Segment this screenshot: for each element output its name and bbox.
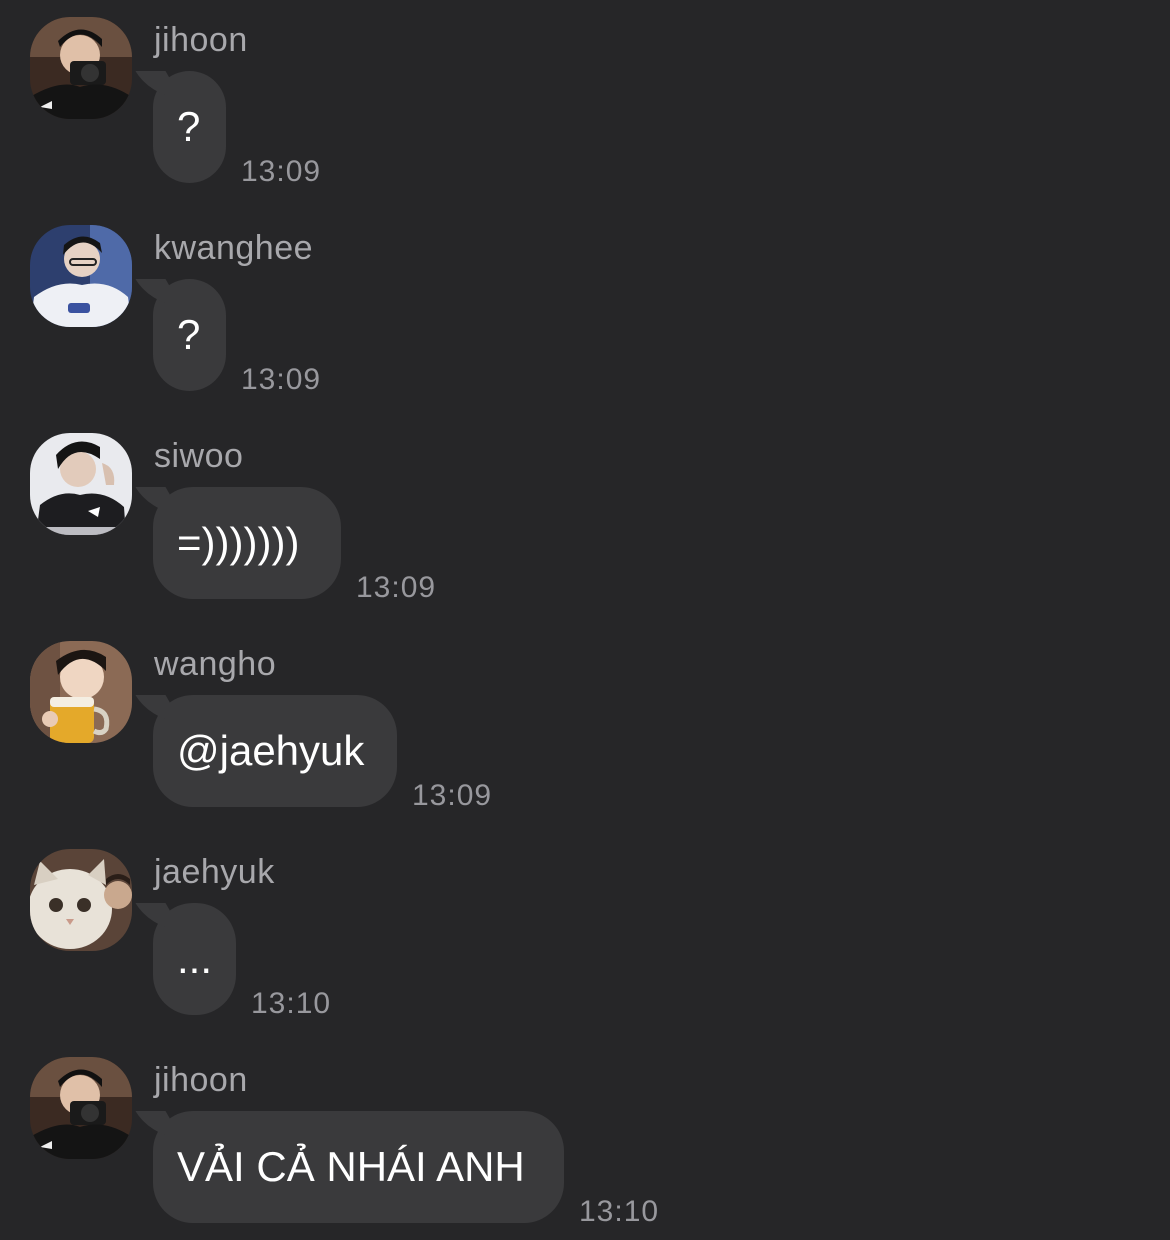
sender-name: jaehyuk xyxy=(154,853,275,891)
message-row: jihoon ? 13:09 xyxy=(0,0,1170,200)
message-bubble[interactable]: VẢI CẢ NHÁI ANH xyxy=(135,1111,564,1223)
message-row: kwanghee ? 13:09 xyxy=(0,208,1170,408)
message-text: ? xyxy=(177,311,201,358)
avatar[interactable] xyxy=(30,433,132,535)
kwanghee-avatar-image xyxy=(30,225,132,327)
sender-name: kwanghee xyxy=(154,229,314,267)
avatar[interactable] xyxy=(30,17,132,119)
message-text: =))))))) xyxy=(177,519,300,566)
sender-name: jihoon xyxy=(154,21,248,59)
message-text: ? xyxy=(177,103,201,150)
message-bubble[interactable]: =))))))) xyxy=(135,487,341,599)
avatar[interactable] xyxy=(30,1057,132,1159)
message-bubble[interactable]: @jaehyuk xyxy=(135,695,397,807)
wangho-avatar-image xyxy=(30,641,132,743)
message-time: 13:09 xyxy=(356,571,437,604)
bubble-tail xyxy=(135,487,181,513)
message-text: VẢI CẢ NHÁI ANH xyxy=(177,1143,525,1190)
message-text: ... xyxy=(177,935,213,982)
siwoo-avatar-image xyxy=(30,433,132,535)
message-bubble[interactable]: ? xyxy=(135,71,226,183)
message-row: siwoo =))))))) 13:09 xyxy=(0,416,1170,616)
jaehyuk-avatar-image xyxy=(30,849,132,951)
sender-name: siwoo xyxy=(154,437,244,475)
sender-name: jihoon xyxy=(154,1061,248,1099)
bubble-tail xyxy=(135,279,181,305)
chat-message-list[interactable]: jihoon ? 13:09 kwanghee ? 13:09 siwoo =)… xyxy=(0,0,1170,1239)
message-time: 13:10 xyxy=(579,1195,660,1228)
avatar[interactable] xyxy=(30,849,132,951)
message-time: 13:09 xyxy=(241,363,322,396)
message-bubble[interactable]: ... xyxy=(135,903,236,1015)
message-time: 13:10 xyxy=(251,987,332,1020)
sender-name: wangho xyxy=(154,645,277,683)
message-row: jaehyuk ... 13:10 xyxy=(0,832,1170,1032)
bubble-tail xyxy=(135,903,181,929)
message-row: jihoon VẢI CẢ NHÁI ANH 13:10 xyxy=(0,1040,1170,1240)
message-row: wangho @jaehyuk 13:09 xyxy=(0,624,1170,824)
message-bubble[interactable]: ? xyxy=(135,279,226,391)
jihoon-avatar-image xyxy=(30,17,132,119)
bubble-tail xyxy=(135,1111,181,1137)
bubble-tail xyxy=(135,695,181,721)
message-time: 13:09 xyxy=(412,779,493,812)
message-time: 13:09 xyxy=(241,155,322,188)
bubble-tail xyxy=(135,71,181,97)
jihoon-avatar-image xyxy=(30,1057,132,1159)
message-text: @jaehyuk xyxy=(177,727,365,774)
avatar[interactable] xyxy=(30,641,132,743)
avatar[interactable] xyxy=(30,225,132,327)
